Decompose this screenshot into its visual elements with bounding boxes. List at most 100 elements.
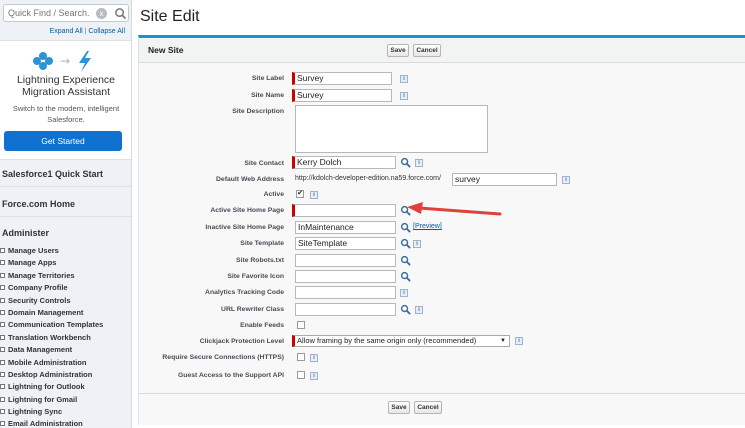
- sidebar-item-manage-users[interactable]: Manage Users: [0, 245, 131, 257]
- enable-feeds-label: Enable Feeds: [240, 322, 284, 329]
- sidebar-item-desktop-administration[interactable]: Desktop Administration: [0, 369, 131, 381]
- lookup-icon[interactable]: [400, 238, 411, 249]
- help-icon[interactable]: i: [310, 191, 318, 199]
- sidebar-item-security-controls[interactable]: Security Controls: [0, 295, 131, 307]
- expand-icon[interactable]: [0, 272, 5, 278]
- save-button-top[interactable]: Save: [387, 44, 409, 57]
- sidebar-item-lightning-sync[interactable]: Lightning Sync: [0, 406, 131, 418]
- lookup-icon[interactable]: [400, 157, 411, 168]
- lookup-icon[interactable]: [400, 304, 411, 315]
- site-contact-input[interactable]: Kerry Dolch: [292, 156, 396, 169]
- site-favorite-icon-input[interactable]: [295, 270, 396, 283]
- help-icon[interactable]: i: [400, 289, 408, 297]
- site-label-label: Site Label: [251, 75, 284, 82]
- active-site-home-page-label: Active Site Home Page: [210, 207, 284, 214]
- web-address-suffix-input[interactable]: survey: [452, 173, 557, 186]
- site-edit-form: New Site Save Cancel Site Label Survey i…: [138, 35, 745, 425]
- site-robots-input[interactable]: [295, 254, 396, 267]
- enable-feeds-checkbox[interactable]: [297, 321, 305, 329]
- site-description-label: Site Description: [232, 108, 284, 115]
- lookup-icon[interactable]: [400, 255, 411, 266]
- expand-all-link[interactable]: Expand All: [50, 28, 83, 35]
- help-icon[interactable]: i: [515, 337, 523, 345]
- url-rewriter-class-label: URL Rewriter Class: [221, 306, 284, 313]
- sidebar-item-manage-territories[interactable]: Manage Territories: [0, 270, 131, 282]
- sidebar-item-translation-workbench[interactable]: Translation Workbench: [0, 332, 131, 344]
- sidebar-item-label: Mobile Administration: [8, 357, 87, 367]
- active-checkbox[interactable]: ✔: [296, 190, 304, 198]
- sidebar-section-force-com-home[interactable]: Force.com Home: [0, 191, 131, 217]
- guest-api-checkbox[interactable]: [297, 371, 305, 379]
- cancel-button-top[interactable]: Cancel: [413, 44, 441, 57]
- get-started-button[interactable]: Get Started: [4, 131, 122, 151]
- require-https-checkbox[interactable]: [297, 353, 305, 361]
- help-icon[interactable]: i: [400, 92, 408, 100]
- save-button-bottom[interactable]: Save: [388, 401, 410, 414]
- quick-find-search[interactable]: x: [3, 4, 129, 22]
- preview-link[interactable]: [Preview]: [413, 223, 442, 230]
- sidebar-item-company-profile[interactable]: Company Profile: [0, 282, 131, 294]
- sidebar-item-manage-apps[interactable]: Manage Apps: [0, 257, 131, 269]
- sidebar-item-email-administration[interactable]: Email Administration: [0, 418, 131, 428]
- expand-icon[interactable]: [0, 334, 5, 340]
- expand-icon[interactable]: [0, 384, 5, 390]
- expand-collapse-links: Expand All | Collapse All: [50, 28, 125, 35]
- quick-find-input[interactable]: [4, 5, 90, 21]
- expand-icon[interactable]: [0, 309, 5, 315]
- help-icon[interactable]: i: [415, 306, 423, 314]
- active-label: Active: [263, 191, 284, 198]
- sidebar-item-label: Company Profile: [8, 283, 68, 293]
- sidebar-section-salesforce1-quick-start[interactable]: Salesforce1 Quick Start: [0, 161, 131, 187]
- sidebar-item-domain-management[interactable]: Domain Management: [0, 307, 131, 319]
- sidebar-item-communication-templates[interactable]: Communication Templates: [0, 319, 131, 331]
- help-icon[interactable]: i: [562, 176, 570, 184]
- expand-icon[interactable]: [0, 371, 5, 377]
- expand-icon[interactable]: [0, 421, 5, 427]
- expand-icon[interactable]: [0, 285, 5, 291]
- collapse-all-link[interactable]: Collapse All: [88, 28, 125, 35]
- site-template-input[interactable]: SiteTemplate: [295, 237, 396, 250]
- expand-icon[interactable]: [0, 409, 5, 415]
- sidebar-item-lightning-for-gmail[interactable]: Lightning for Gmail: [0, 394, 131, 406]
- help-icon[interactable]: i: [413, 240, 421, 248]
- analytics-tracking-code-input[interactable]: [295, 286, 396, 299]
- help-icon[interactable]: i: [310, 354, 318, 362]
- expand-icon[interactable]: [0, 248, 5, 253]
- sidebar-item-label: Manage Users: [8, 246, 59, 255]
- lightning-title-line1: Lightning Experience: [16, 74, 116, 86]
- sidebar-item-label: Translation Workbench: [8, 332, 91, 342]
- site-name-input[interactable]: Survey: [292, 89, 392, 102]
- expand-icon[interactable]: [0, 322, 5, 328]
- inactive-site-home-page-input[interactable]: InMaintenance: [295, 221, 396, 234]
- lookup-icon[interactable]: [400, 271, 411, 282]
- help-icon[interactable]: i: [400, 75, 408, 83]
- sidebar-section-administer[interactable]: Administer: [0, 220, 131, 246]
- expand-icon[interactable]: [0, 297, 5, 303]
- lookup-icon[interactable]: [400, 222, 411, 233]
- active-site-home-page-input[interactable]: [292, 204, 396, 217]
- sidebar-item-mobile-administration[interactable]: Mobile Administration: [0, 357, 131, 369]
- site-contact-label: Site Contact: [244, 160, 284, 167]
- clear-search-icon[interactable]: x: [96, 8, 107, 19]
- site-description-textarea[interactable]: [295, 105, 488, 153]
- site-label-input[interactable]: Survey: [292, 72, 392, 85]
- url-rewriter-class-input[interactable]: [295, 303, 396, 316]
- expand-icon[interactable]: [0, 359, 5, 365]
- administer-list: Manage Users Manage Apps Manage Territor…: [0, 245, 131, 428]
- search-icon[interactable]: [114, 7, 127, 20]
- cancel-button-bottom[interactable]: Cancel: [414, 401, 442, 414]
- panel-title: New Site: [148, 45, 184, 55]
- help-icon[interactable]: i: [415, 159, 423, 167]
- help-icon[interactable]: i: [310, 372, 318, 380]
- expand-icon[interactable]: [0, 396, 5, 402]
- lightning-title-line2: Migration Assistant: [21, 86, 111, 98]
- sidebar-item-label: Security Controls: [8, 295, 71, 305]
- sidebar-item-data-management[interactable]: Data Management: [0, 344, 131, 356]
- expand-icon[interactable]: [0, 260, 5, 266]
- page-title: Site Edit: [140, 8, 200, 25]
- clickjack-protection-select[interactable]: Allow framing by the same origin only (r…: [292, 335, 510, 347]
- sidebar-item-label: Domain Management: [8, 307, 84, 317]
- expand-icon[interactable]: [0, 347, 5, 353]
- sidebar-item-label: Manage Territories: [8, 270, 75, 280]
- sidebar-item-lightning-for-outlook[interactable]: Lightning for Outlook: [0, 381, 131, 393]
